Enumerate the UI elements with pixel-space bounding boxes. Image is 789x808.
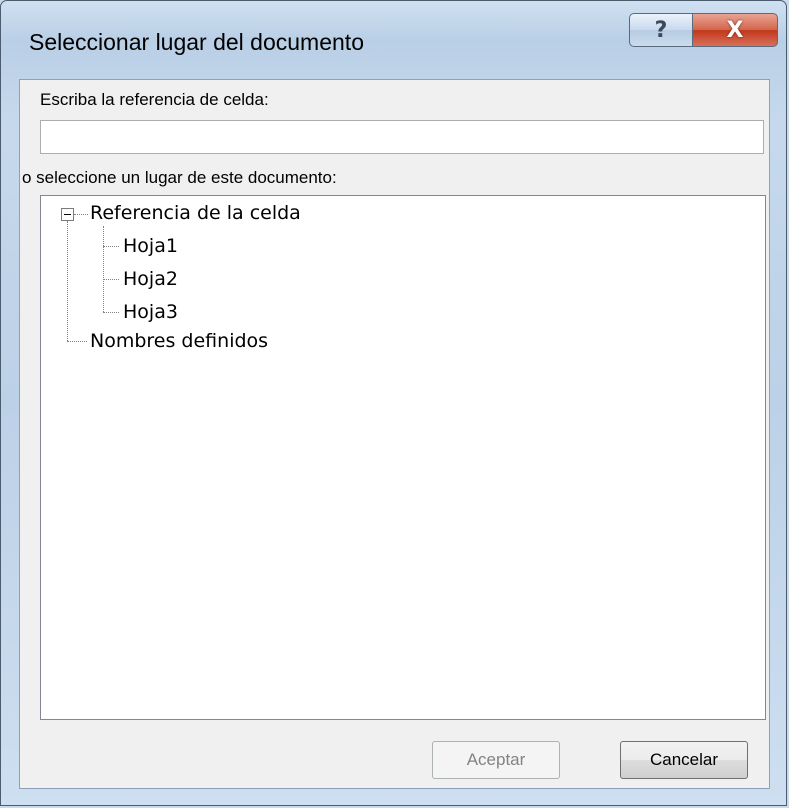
title-bar[interactable]: Seleccionar lugar del documento ? X — [1, 1, 786, 79]
tree-node-hoja3[interactable]: Hoja3 — [123, 301, 178, 323]
tree-connector — [67, 221, 68, 341]
tree-connector — [103, 312, 119, 313]
close-button[interactable]: X — [692, 13, 778, 47]
dialog-title: Seleccionar lugar del documento — [29, 29, 364, 55]
cell-reference-label: Escriba la referencia de celda: — [40, 90, 269, 109]
collapse-icon[interactable] — [61, 208, 74, 221]
help-button[interactable]: ? — [629, 13, 693, 47]
dialog-window: Seleccionar lugar del documento ? X Escr… — [0, 0, 787, 806]
tree-connector — [103, 246, 119, 247]
tree-connector — [74, 214, 88, 215]
help-icon: ? — [654, 17, 668, 43]
tree-node-defined-names[interactable]: Nombres definidos — [90, 330, 268, 352]
document-place-tree[interactable]: Referencia de la celda Hoja1 Hoja2 Hoja3… — [40, 195, 766, 720]
close-icon: X — [726, 17, 744, 43]
tree-node-cell-reference[interactable]: Referencia de la celda — [90, 202, 301, 224]
accept-button[interactable]: Aceptar — [432, 741, 560, 779]
cancel-button[interactable]: Cancelar — [620, 741, 748, 779]
tree-connector — [67, 341, 87, 342]
cell-reference-input[interactable] — [40, 120, 764, 154]
dialog-body: Escriba la referencia de celda: o selecc… — [19, 79, 770, 789]
tree-connector — [103, 279, 119, 280]
tree-connector — [103, 226, 104, 312]
tree-node-hoja2[interactable]: Hoja2 — [123, 268, 178, 290]
tree-node-hoja1[interactable]: Hoja1 — [123, 235, 178, 257]
document-place-label: o seleccione un lugar de este documento: — [22, 168, 337, 187]
